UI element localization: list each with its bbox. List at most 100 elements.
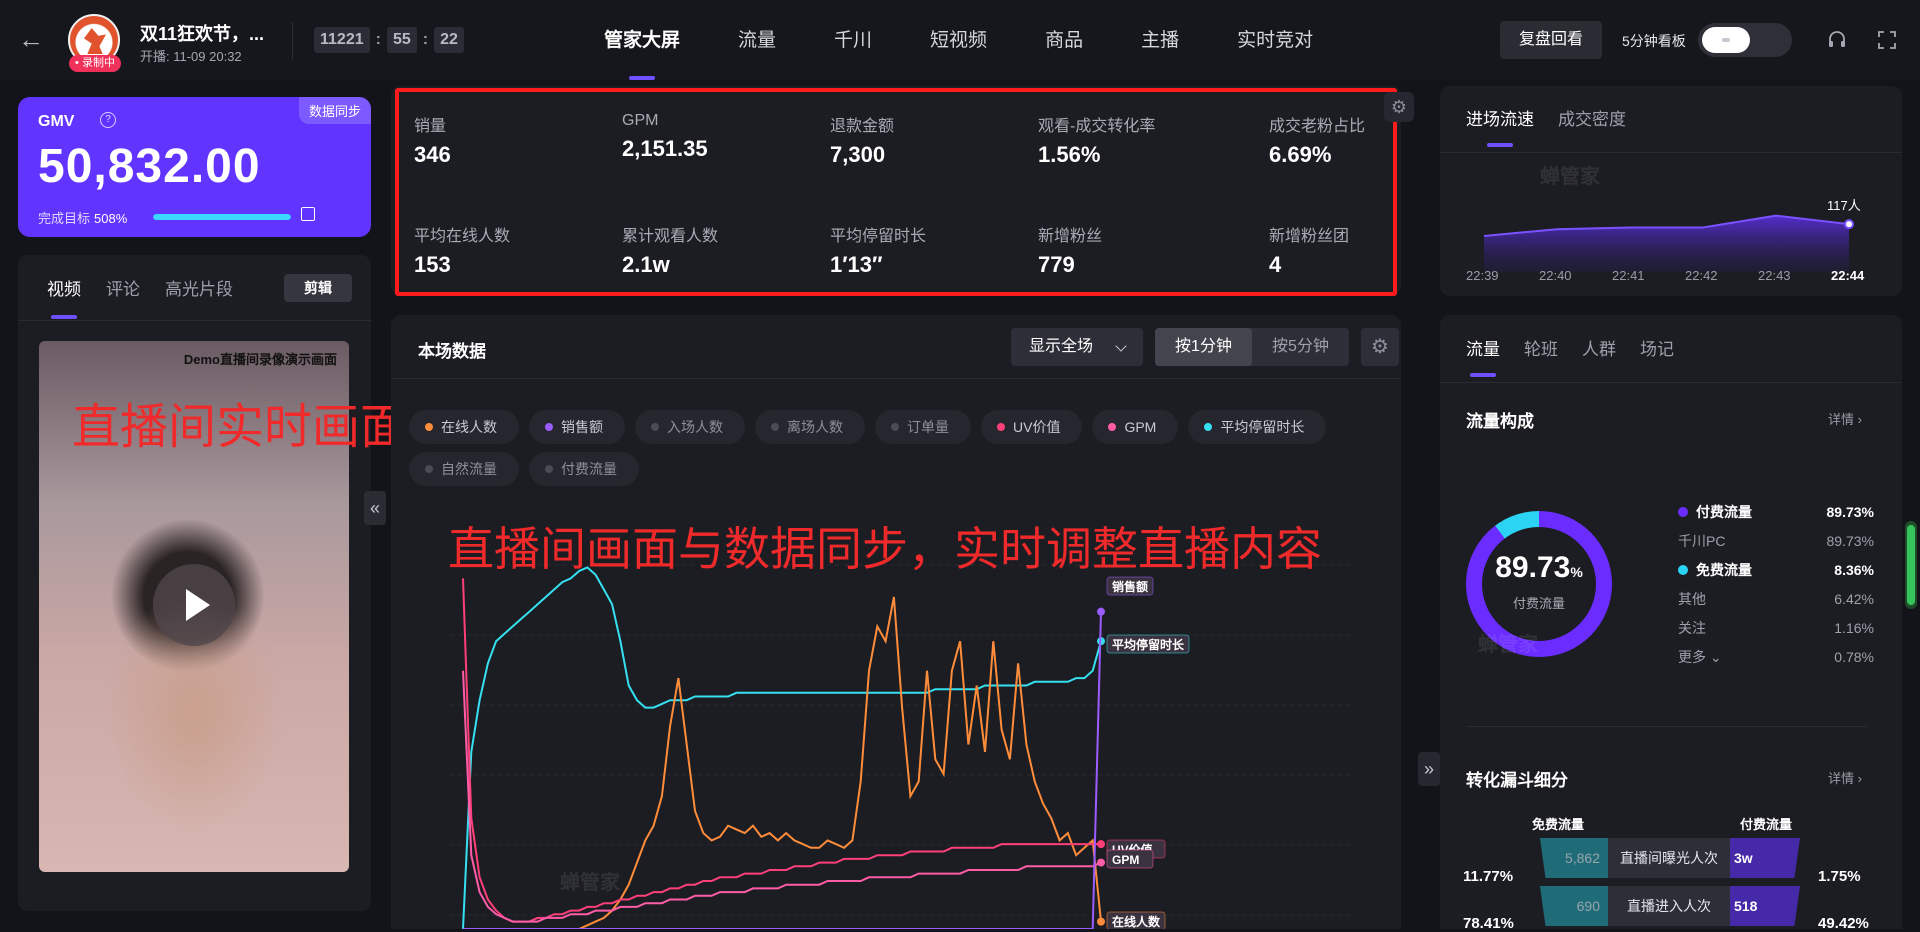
recording-badge: • 录制中 [69,55,121,72]
funnel-paid-rate-1: 1.75% [1818,868,1861,885]
watermark: 蝉管家 [1478,634,1538,656]
timer-minutes: 55 [386,27,417,53]
gmv-progress-fill [153,214,291,220]
edit-icon[interactable] [301,207,315,221]
tab-anchor[interactable]: 主播 [1141,0,1179,80]
tab-competitors[interactable]: 实时竞对 [1237,0,1313,80]
per-1min-button[interactable]: 按1分钟 [1155,328,1252,366]
legend-chip[interactable]: GPM [1092,410,1179,444]
legend-chip[interactable]: 自然流量 [409,452,519,486]
series-end-label: GPM [1106,849,1154,869]
cut-button[interactable]: 剪辑 [284,274,352,302]
traffic-row-label: 其他 [1678,590,1706,607]
collapse-left-icon[interactable]: « [364,491,386,525]
legend-chip[interactable]: UV价值 [981,410,1083,444]
divider [18,320,371,321]
series-end-label: 平均停留时长 [1106,634,1190,654]
tab-audience[interactable]: 人群 [1582,335,1616,360]
watermark: 蝉管家 [560,872,620,894]
funnel-title: 转化漏斗细分 [1466,771,1568,790]
back-arrow-icon[interactable]: ← [18,26,48,52]
scope-select[interactable]: 显示全场 [1011,328,1143,366]
traffic-row-label: 付费流量 [1696,503,1752,520]
scrollbar[interactable] [1905,521,1917,609]
room-title: 双11狂欢节，... [140,24,265,44]
traffic-row-label: 千川PC [1678,532,1726,549]
headset-icon[interactable] [1826,29,1848,51]
legend-label: 入场人数 [667,419,723,435]
collapse-right-icon[interactable]: » [1418,752,1440,786]
legend-label: 平均停留时长 [1220,419,1305,435]
legend-chip[interactable]: 订单量 [875,410,971,444]
traffic-row-main: 付费流量 89.73% [1678,497,1874,526]
traffic-row-label: 更多 ⌄ [1678,648,1722,665]
traffic-row-value: 0.78% [1834,648,1874,665]
tab-entry-speed[interactable]: 进场流速 [1466,105,1534,147]
demo-caption: Demo直播间录像演示画面 [183,352,337,367]
flow-end-point [1844,219,1854,230]
legend-label: GPM [1124,419,1157,435]
funnel-detail-link[interactable]: 详情 › [1828,768,1862,787]
tab-short-video[interactable]: 短视频 [930,0,987,80]
per-5min-button[interactable]: 按5分钟 [1252,328,1349,366]
series-end-label: 在线人数 [1106,911,1166,929]
tab-field-notes[interactable]: 场记 [1640,335,1674,360]
tab-products[interactable]: 商品 [1045,0,1083,80]
legend-label: 销售额 [561,419,603,435]
divider [391,378,1401,379]
legend-label: 离场人数 [787,419,843,435]
tab-highlights[interactable]: 高光片段 [165,275,233,300]
traffic-row-label: 关注 [1678,619,1706,636]
traffic-row-value: 89.73% [1826,532,1874,549]
legend-dot [1678,506,1688,517]
traffic-detail-link[interactable]: 详情 › [1828,409,1862,428]
legend-dot [425,423,433,431]
entry-flow-tabs: 进场流速 成交密度 [1466,105,1650,147]
legend-chip[interactable]: 销售额 [529,410,625,444]
x-tick-label: 22:41 [1612,268,1645,283]
series-line [463,611,1102,929]
tab-deal-density[interactable]: 成交密度 [1558,105,1626,130]
legend-chip[interactable]: 离场人数 [755,410,865,444]
funnel-paid-rate-2: 49.42% [1818,915,1869,932]
tab-traffic[interactable]: 流量 [738,0,776,80]
live-timer: 11221 : 55 : 22 [314,27,464,53]
svg-text:平均停留时长: 平均停留时长 [1112,637,1185,652]
svg-text:销售额: 销售额 [1112,579,1148,594]
legend-dot [771,423,779,431]
series-line [463,596,1102,929]
legend-dot [651,423,659,431]
granularity-toggle: 按1分钟 按5分钟 [1155,328,1349,366]
tab-shifts[interactable]: 轮班 [1524,335,1558,360]
chart-settings-gear-icon[interactable]: ⚙ [1361,328,1399,366]
help-icon[interactable]: ? [100,112,116,128]
play-icon[interactable] [153,564,235,646]
legend-chip[interactable]: 付费流量 [529,452,639,486]
tab-video[interactable]: 视频 [47,275,81,319]
legend-dot [891,423,899,431]
legend-label: 在线人数 [441,419,497,435]
legend-label: 订单量 [907,419,949,435]
tab-comments[interactable]: 评论 [106,275,140,300]
legend-chip[interactable]: 平均停留时长 [1188,410,1327,444]
legend-chip[interactable]: 入场人数 [635,410,745,444]
five-min-board-toggle[interactable] [1698,23,1792,57]
fullscreen-icon[interactable] [1876,29,1898,51]
tab-qianchuan[interactable]: 千川 [834,0,872,80]
legend-dot [1678,564,1688,575]
settings-gear-icon[interactable]: ⚙ [1384,92,1414,122]
series-end-point [1097,840,1105,849]
tab-dashboard[interactable]: 管家大屏 [604,0,680,80]
tab-traffic-flow[interactable]: 流量 [1466,335,1500,377]
funnel-row-entry: 690 直播进入人次 518 [1540,886,1800,926]
traffic-row-sub[interactable]: 更多 ⌄ 0.78% [1678,642,1874,671]
traffic-tabs: 流量 轮班 人群 场记 [1466,335,1698,377]
traffic-row-sub: 其他 6.42% [1678,584,1874,613]
series-end-label: 销售额 [1106,576,1154,596]
data-sync-badge: 数据同步 [298,97,371,124]
legend-label: UV价值 [1013,419,1061,435]
top-bar: ← • 录制中 双11狂欢节，... 开播: 11-09 20:32 11221… [0,0,1920,80]
annotation-sync-data: 直播间画面与数据同步，实时调整直播内容 [448,523,1322,575]
replay-button[interactable]: 复盘回看 [1500,21,1602,59]
legend-chip[interactable]: 在线人数 [409,410,519,444]
